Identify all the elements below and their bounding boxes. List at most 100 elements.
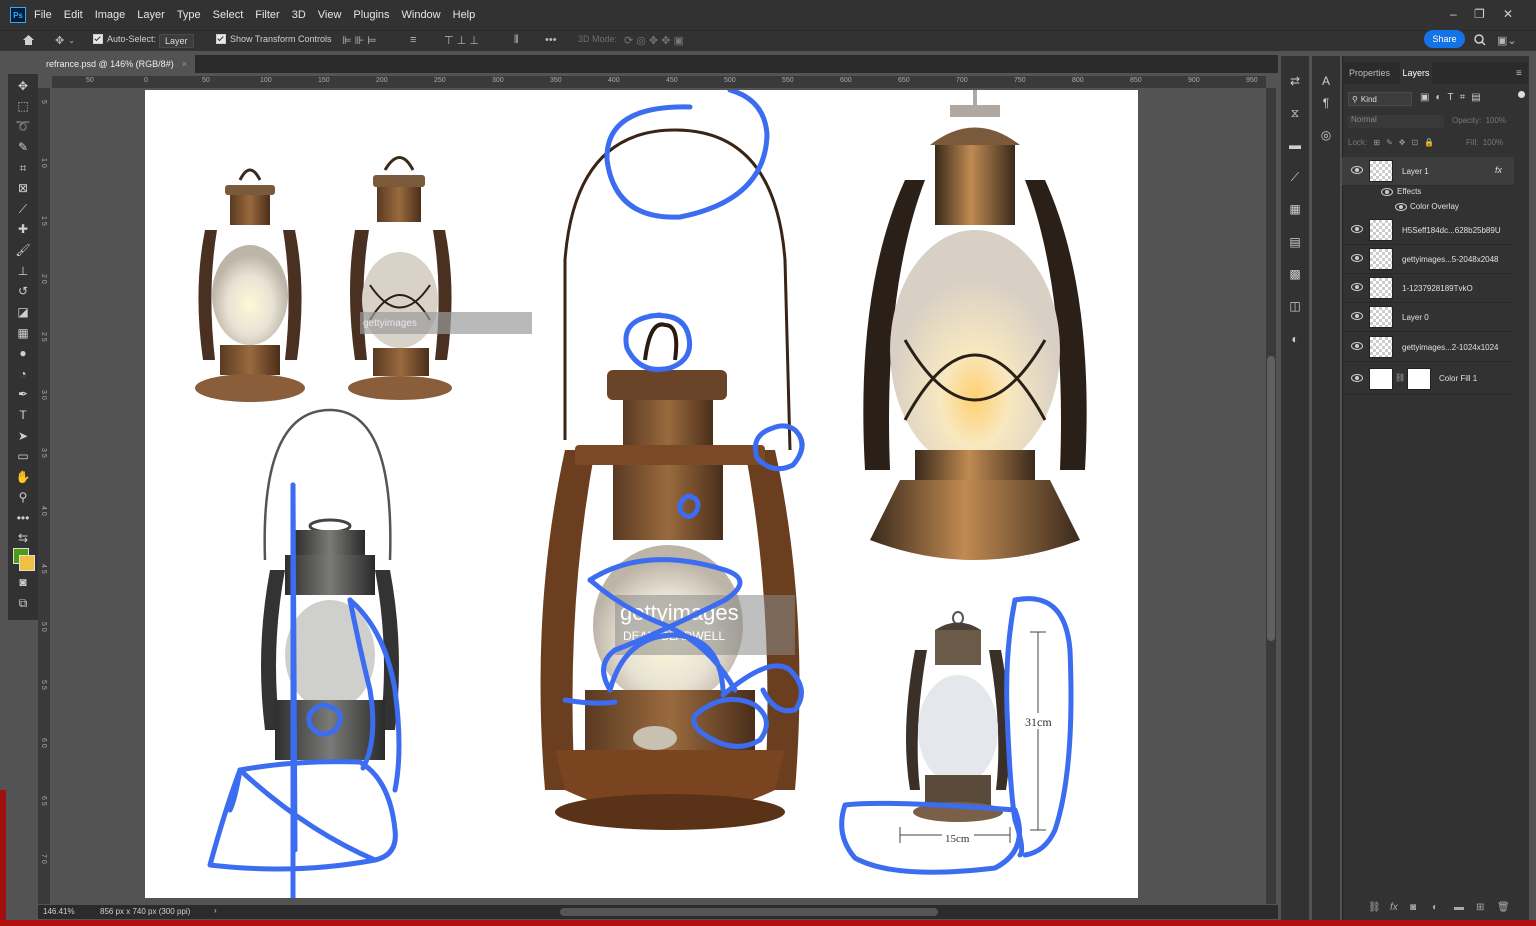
visibility-eye-icon[interactable]: [1351, 254, 1363, 262]
menu-3d[interactable]: 3D: [292, 9, 306, 21]
lock-icons[interactable]: ⊞✎✥⊡🔒: [1373, 138, 1440, 147]
opacity-control[interactable]: Opacity: 100%: [1452, 116, 1506, 125]
history-brush-icon[interactable]: ↺: [14, 283, 32, 299]
share-button[interactable]: Share: [1424, 30, 1465, 48]
visibility-eye-icon[interactable]: [1351, 225, 1363, 233]
swatches-icon[interactable]: ▦: [1288, 202, 1302, 216]
menu-plugins[interactable]: Plugins: [353, 9, 389, 21]
menu-help[interactable]: Help: [453, 9, 476, 21]
home-icon[interactable]: [22, 34, 35, 46]
clone-stamp-icon[interactable]: ⊥: [14, 263, 32, 279]
visibility-eye-icon[interactable]: [1351, 312, 1363, 320]
document-canvas[interactable]: gettyimages gettyimages DEAN GLADWELL 31…: [145, 90, 1138, 898]
layer-name[interactable]: Layer 1: [1402, 167, 1429, 176]
restore-icon[interactable]: ❐: [1474, 7, 1485, 21]
pen-tool-icon[interactable]: ✒: [14, 386, 32, 402]
magic-wand-icon[interactable]: ✎: [14, 139, 32, 155]
checkbox-icon[interactable]: [93, 34, 103, 44]
link-icon[interactable]: ⛓: [1395, 373, 1405, 382]
layer-name[interactable]: H5Seff184dc...628b25b89U: [1402, 226, 1501, 235]
color-overlay-row[interactable]: Color Overlay: [1342, 200, 1514, 215]
visibility-eye-icon[interactable]: [1351, 342, 1363, 350]
comments-icon[interactable]: ▬: [1288, 138, 1302, 152]
link-layers-icon[interactable]: ⛓: [1368, 902, 1381, 913]
checkbox-icon[interactable]: [216, 34, 226, 44]
menu-select[interactable]: Select: [213, 9, 244, 21]
menu-type[interactable]: Type: [177, 9, 201, 21]
kind-filter-dropdown[interactable]: ⚲ Kind: [1348, 92, 1412, 106]
layer-name[interactable]: gettyimages...2-1024x1024: [1402, 343, 1499, 352]
fill-thumbnail[interactable]: [1369, 368, 1393, 390]
paragraph-icon[interactable]: ¶: [1319, 96, 1333, 110]
eyedropper-icon[interactable]: ⟋: [14, 201, 32, 217]
mask-thumbnail[interactable]: [1407, 368, 1431, 390]
healing-brush-icon[interactable]: ✚: [14, 221, 32, 237]
gradients-icon[interactable]: ▤: [1288, 235, 1302, 249]
tab-layers[interactable]: Layers: [1400, 62, 1432, 84]
character-icon[interactable]: A: [1319, 74, 1333, 88]
menu-layer[interactable]: Layer: [137, 9, 165, 21]
swap-colors-icon[interactable]: ⇆: [14, 530, 32, 546]
distribute-vertical-icon[interactable]: ⫴: [514, 34, 519, 47]
search-icon[interactable]: [1474, 34, 1486, 46]
menu-view[interactable]: View: [318, 9, 342, 21]
layer-name[interactable]: Layer 0: [1402, 313, 1429, 322]
fill-control[interactable]: Fill: 100%: [1466, 138, 1503, 147]
brush-settings-icon[interactable]: ⟋: [1288, 170, 1302, 184]
filter-toggle-icon[interactable]: [1518, 91, 1525, 98]
dodge-tool-icon[interactable]: ◔: [14, 366, 32, 382]
layer-row-h5seff[interactable]: H5Seff184dc...628b25b89U: [1342, 216, 1514, 245]
more-options-icon[interactable]: •••: [545, 34, 557, 46]
horizontal-scroll-thumb[interactable]: [560, 908, 938, 916]
libraries-icon[interactable]: ◫: [1288, 299, 1302, 313]
menu-file[interactable]: File: [34, 9, 52, 21]
auto-select-checkbox[interactable]: Auto-Select:: [93, 34, 156, 44]
quick-mask-icon[interactable]: ◙: [14, 574, 32, 590]
visibility-eye-icon[interactable]: [1351, 166, 1363, 174]
hand-tool-icon[interactable]: ✋: [14, 469, 32, 485]
eraser-icon[interactable]: ◪: [14, 304, 32, 320]
zoom-tool-icon[interactable]: ⚲: [14, 489, 32, 505]
align-icons[interactable]: ⊫ ⊪ ⊨: [342, 34, 377, 47]
lasso-tool-icon[interactable]: ➰: [14, 118, 32, 134]
add-mask-icon[interactable]: ◙: [1410, 902, 1416, 913]
visibility-eye-icon[interactable]: [1351, 374, 1363, 382]
layer-row-gettyimages-1024[interactable]: gettyimages...2-1024x1024: [1342, 333, 1514, 362]
layer-row-gettyimages-2048[interactable]: gettyimages...5-2048x2048: [1342, 245, 1514, 274]
tab-properties[interactable]: Properties: [1349, 68, 1390, 78]
marquee-tool-icon[interactable]: ⬚: [14, 98, 32, 114]
layer-fx-badge[interactable]: fx: [1495, 165, 1502, 175]
3d-icon[interactable]: ◎: [1319, 128, 1333, 142]
visibility-eye-icon[interactable]: [1395, 203, 1407, 211]
layer-name[interactable]: 1-1237928189TvkO: [1402, 284, 1473, 293]
layer-row-layer-1[interactable]: Layer 1 fx: [1342, 157, 1514, 186]
status-menu-arrow[interactable]: ›: [214, 906, 217, 915]
edit-toolbar-icon[interactable]: •••: [14, 510, 32, 526]
workspace-icon[interactable]: ▣⌄: [1497, 34, 1517, 47]
blend-mode-dropdown[interactable]: Normal: [1348, 115, 1444, 128]
brush-tool-icon[interactable]: 🖌: [14, 242, 32, 258]
document-tab[interactable]: refrance.psd @ 146% (RGB/8#) ×: [38, 55, 195, 73]
vertical-scroll-thumb[interactable]: [1267, 356, 1275, 641]
add-style-icon[interactable]: fx: [1390, 902, 1398, 913]
auto-select-value[interactable]: Layer: [159, 34, 194, 48]
new-group-icon[interactable]: ▬: [1454, 902, 1464, 913]
type-tool-icon[interactable]: T: [14, 407, 32, 423]
screen-mode-icon[interactable]: ⧉: [14, 595, 32, 611]
close-window-icon[interactable]: ✕: [1503, 7, 1513, 21]
distribute-icon[interactable]: ≡: [410, 34, 416, 46]
auto-select-dropdown[interactable]: Layer: [159, 34, 194, 48]
background-color-swatch[interactable]: [19, 555, 35, 571]
layer-name[interactable]: gettyimages...5-2048x2048: [1402, 255, 1499, 264]
path-selection-icon[interactable]: ➤: [14, 428, 32, 444]
rectangle-tool-icon[interactable]: ▭: [14, 448, 32, 464]
delete-layer-icon[interactable]: 🗑: [1497, 902, 1510, 913]
menu-edit[interactable]: Edit: [64, 9, 83, 21]
menu-window[interactable]: Window: [402, 9, 441, 21]
layer-row-1237928189[interactable]: 1-1237928189TvkO: [1342, 274, 1514, 303]
patterns-icon[interactable]: ▩: [1288, 267, 1302, 281]
photoshop-logo[interactable]: Ps: [10, 7, 26, 23]
visibility-eye-icon[interactable]: [1351, 283, 1363, 291]
close-tab-icon[interactable]: ×: [182, 59, 187, 69]
zoom-level[interactable]: 146.41%: [43, 907, 75, 916]
